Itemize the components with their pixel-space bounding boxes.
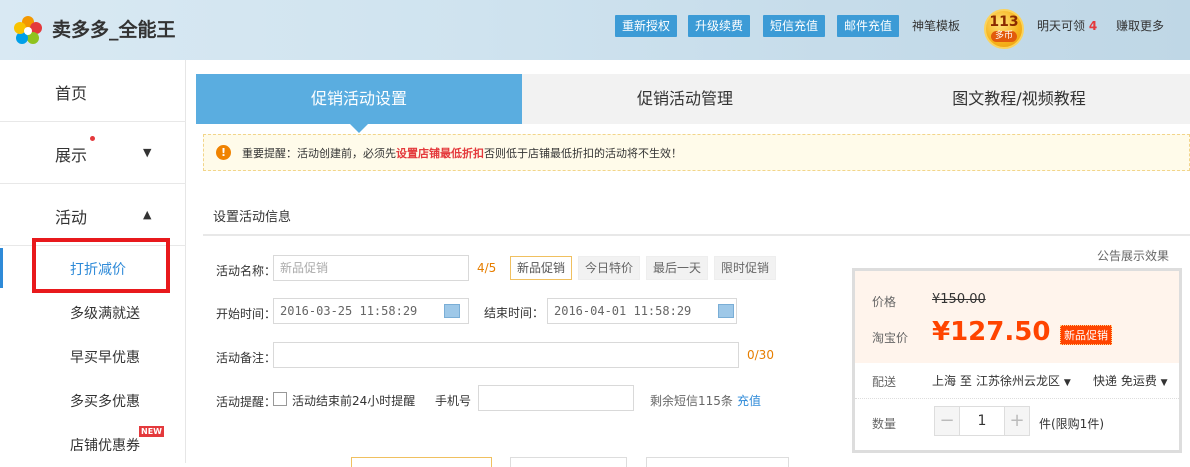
coin-badge[interactable]: 113 多币 <box>984 9 1024 49</box>
sidebar-subitem-multi-gift[interactable]: 多级满就送 <box>0 292 186 332</box>
name-char-count: 4/5 <box>477 261 497 275</box>
sidebar-subitem-early-bird[interactable]: 早买早优惠 <box>0 336 186 376</box>
coin-unit: 多币 <box>991 31 1017 42</box>
sidebar-item-label: 首页 <box>55 84 88 103</box>
section-title: 设置活动信息 <box>213 210 292 225</box>
active-tab-pointer <box>350 124 368 133</box>
ship-from: 上海 至 <box>932 374 972 388</box>
shipping-label: 配送 <box>872 375 897 389</box>
app-name: 卖多多_全能王 <box>52 19 176 41</box>
reauthorize-button[interactable]: 重新授权 <box>615 15 678 37</box>
sidebar-subitem-bulk-discount[interactable]: 多买多优惠 <box>0 380 186 420</box>
sidebar-subitem-label: 店铺优惠券 <box>70 438 140 454</box>
price-preview-card: 价格 ¥150.00 淘宝价 ¥127.50 新品促销 配送 上海 至 江苏徐州… <box>852 268 1182 453</box>
earn-more-link[interactable]: 赚取更多 <box>1116 15 1164 37</box>
app-logo-icon <box>14 16 42 44</box>
phone-input[interactable] <box>478 385 634 411</box>
tag-new-product[interactable]: 新品促销 <box>510 256 573 280</box>
end-time-input[interactable]: 2016-04-01 11:58:29 <box>547 298 737 324</box>
tag-last-day[interactable]: 最后一天 <box>646 256 709 280</box>
notice-banner: ! 重要提醒：活动创建前，必须先设置店铺最低折扣否则低于店铺最低折扣的活动将不生… <box>203 134 1190 171</box>
notification-dot <box>90 136 95 141</box>
sidebar-item-display[interactable]: 展示 ▼ <box>0 122 186 184</box>
ship-destination-text: 江苏徐州云龙区 <box>976 374 1061 388</box>
template-link[interactable]: 神笔模板 <box>912 15 960 37</box>
note-label: 活动备注： <box>216 351 277 365</box>
sidebar-item-label: 展示 <box>55 146 88 165</box>
calendar-icon[interactable] <box>718 304 734 318</box>
phone-label: 手机号 <box>435 394 472 408</box>
tag-limited-time[interactable]: 限时促销 <box>714 256 777 280</box>
promo-tag: 新品促销 <box>1060 325 1112 345</box>
sms-recharge-button[interactable]: 短信充值 <box>763 15 826 37</box>
tab-tutorials[interactable]: 图文教程/视频教程 <box>848 74 1190 124</box>
chevron-up-icon: ▲ <box>143 208 152 221</box>
end-time-label: 结束时间： <box>484 306 545 320</box>
remind-label: 活动提醒： <box>216 395 277 409</box>
notice-highlight-link[interactable]: 设置店铺最低折扣 <box>396 147 484 160</box>
chevron-down-icon: ▼ <box>1063 378 1071 388</box>
highlight-box <box>32 238 170 293</box>
quantity-decrease-button[interactable]: − <box>934 406 960 436</box>
tertiary-button[interactable] <box>646 457 789 467</box>
tab-promo-management[interactable]: 促销活动管理 <box>522 74 848 124</box>
calendar-icon[interactable] <box>444 304 460 318</box>
sidebar-subitem-label: 多级满就送 <box>70 306 140 322</box>
top-bar: 卖多多_全能王 重新授权 升级续费 短信充值 邮件充值 神笔模板 113 多币 … <box>0 0 1190 60</box>
submit-button[interactable] <box>351 457 492 467</box>
section-divider <box>203 234 1190 236</box>
tab-bar: 促销活动设置 促销活动管理 图文教程/视频教程 <box>196 74 1190 124</box>
ship-mode-text: 快递 免运费 <box>1093 374 1157 388</box>
tomorrow-claim-link[interactable]: 明天可领 4 <box>1037 15 1097 37</box>
preview-divider <box>855 398 1179 399</box>
preview-heading: 公告展示效果 <box>1097 249 1170 263</box>
name-label: 活动名称： <box>216 264 277 278</box>
activity-note-input[interactable] <box>273 342 739 368</box>
taobao-price-label: 淘宝价 <box>872 331 909 345</box>
quantity-increase-button[interactable]: + <box>1004 406 1030 436</box>
promo-price: ¥127.50 <box>932 317 1051 347</box>
upgrade-renew-button[interactable]: 升级续费 <box>688 15 751 37</box>
new-badge: NEW <box>139 426 164 437</box>
ship-mode-select[interactable]: 快递 免运费 ▼ <box>1093 372 1168 389</box>
activity-name-input[interactable]: 新品促销 <box>273 255 469 281</box>
email-recharge-button[interactable]: 邮件充值 <box>837 15 900 37</box>
quantity-label: 数量 <box>872 417 897 431</box>
chevron-down-icon: ▼ <box>1160 378 1168 388</box>
tomorrow-label: 明天可领 <box>1037 19 1086 33</box>
active-indicator <box>0 248 3 288</box>
sms-remaining: 剩余短信115条 <box>650 394 733 408</box>
remind-option-label: 活动结束前24小时提醒 <box>292 394 416 408</box>
notice-text: 重要提醒：活动创建前，必须先设置店铺最低折扣否则低于店铺最低折扣的活动将不生效！ <box>242 145 682 161</box>
sidebar-item-label: 活动 <box>55 208 88 227</box>
quantity-value[interactable]: 1 <box>960 406 1004 436</box>
notice-suffix: 否则低于店铺最低折扣的活动将不生效！ <box>484 147 682 160</box>
warning-icon: ! <box>216 145 231 160</box>
tomorrow-count: 4 <box>1088 19 1098 33</box>
sidebar-item-home[interactable]: 首页 <box>0 60 186 122</box>
ship-destination-select[interactable]: 江苏徐州云龙区 ▼ <box>976 372 1071 389</box>
sms-recharge-link[interactable]: 充值 <box>737 392 761 409</box>
note-char-count: 0/30 <box>747 348 774 362</box>
tab-promo-settings[interactable]: 促销活动设置 <box>196 74 522 124</box>
start-time-input[interactable]: 2016-03-25 11:58:29 <box>273 298 469 324</box>
sidebar-subitem-label: 早买早优惠 <box>70 350 140 366</box>
tag-today-special[interactable]: 今日特价 <box>578 256 641 280</box>
quantity-limit: 件(限购1件) <box>1039 417 1104 431</box>
remind-checkbox[interactable] <box>273 392 287 406</box>
secondary-button[interactable] <box>510 457 627 467</box>
price-label: 价格 <box>872 295 897 309</box>
coin-count: 113 <box>989 14 1019 30</box>
start-time-label: 开始时间： <box>216 307 277 321</box>
sidebar-item-activity[interactable]: 活动 ▲ <box>0 184 186 246</box>
chevron-down-icon: ▼ <box>143 146 152 159</box>
notice-prefix: 重要提醒：活动创建前，必须先 <box>242 147 396 160</box>
sidebar-subitem-label: 多买多优惠 <box>70 394 140 410</box>
original-price: ¥150.00 <box>932 292 986 307</box>
